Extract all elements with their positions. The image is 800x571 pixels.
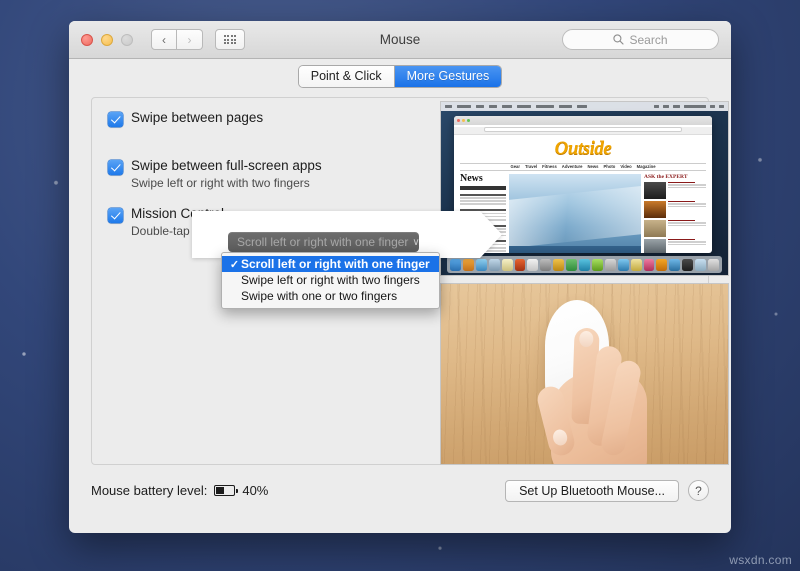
outside-logo: Outside <box>554 137 612 159</box>
grid-icon <box>223 34 237 45</box>
navigation-buttons: ‹ › <box>151 29 203 50</box>
search-input[interactable]: Search <box>562 29 719 50</box>
safari-window: Outside Gear Travel Fitness Adventure News P… <box>454 116 712 253</box>
hero-photo: Cold Fever <box>509 173 641 253</box>
setting-row-swipe-between-fullscreen-apps: Swipe between full-screen apps Swipe lef… <box>108 152 408 200</box>
setting-subtitle-swipe-between-fullscreen-apps: Swipe left or right with two fingers <box>131 176 310 190</box>
mac-dock <box>447 256 722 273</box>
chevron-down-icon: ∨ <box>412 236 420 248</box>
site-nav: Gear Travel Fitness Adventure News Photo Vide… <box>460 162 706 171</box>
battery-status: Mouse battery level: 40% <box>91 483 268 498</box>
set-up-bluetooth-mouse-button[interactable]: Set Up Bluetooth Mouse... <box>505 479 679 502</box>
gesture-settings-list: Swipe between pages Scroll left or right… <box>108 104 408 248</box>
ask-expert-heading: ASK the EXPERT <box>644 173 688 180</box>
checkbox-mission-control[interactable] <box>108 208 123 223</box>
mac-desktop-screenshot: Outside Gear Travel Fitness Adventure News P… <box>441 102 728 275</box>
help-button[interactable]: ? <box>688 480 709 501</box>
segmented-control: Point & Click More Gestures <box>298 65 502 87</box>
dropdown-menu: ✓ Scroll left or right with one finger S… <box>221 252 440 309</box>
search-placeholder: Search <box>629 32 668 47</box>
forward-button[interactable]: › <box>177 29 203 50</box>
battery-label: Mouse battery level: <box>91 483 208 498</box>
zoom-button <box>121 33 133 46</box>
setting-row-swipe-between-pages: Swipe between pages Scroll left or right… <box>108 104 408 152</box>
checkbox-swipe-between-pages[interactable] <box>108 112 123 127</box>
hand-illustration <box>529 320 649 464</box>
setting-title-swipe-between-pages: Swipe between pages <box>131 110 264 125</box>
news-heading: News <box>460 172 483 184</box>
window-controls <box>81 33 133 46</box>
tab-bar: Point & Click More Gestures <box>69 59 731 93</box>
battery-icon <box>214 485 238 496</box>
watermark: wsxdn.com <box>729 553 792 567</box>
setting-title-mission-control: Mission Control <box>131 206 225 221</box>
menu-item-scroll-one-finger[interactable]: ✓ Scroll left or right with one finger <box>222 256 439 272</box>
gesture-preview-area: Outside Gear Travel Fitness Adventure News P… <box>440 101 729 465</box>
tab-more-gestures[interactable]: More Gestures <box>393 65 502 87</box>
preferences-content: Swipe between pages Scroll left or right… <box>69 93 731 516</box>
menubar <box>441 102 728 111</box>
minimize-button[interactable] <box>101 33 113 46</box>
preview-video-browser: Outside Gear Travel Fitness Adventure News P… <box>440 101 729 276</box>
tab-point-and-click[interactable]: Point & Click <box>298 65 394 87</box>
dropdown-value: Scroll left or right with one finger <box>237 235 409 249</box>
battery-percent: 40% <box>242 483 269 498</box>
chevron-right-icon: › <box>187 32 192 47</box>
back-button[interactable]: ‹ <box>151 29 177 50</box>
checkmark-icon: ✓ <box>229 258 240 271</box>
close-button[interactable] <box>81 33 93 46</box>
chevron-left-icon: ‹ <box>162 32 166 47</box>
menu-item-swipe-one-or-two-fingers[interactable]: Swipe with one or two fingers <box>222 288 439 304</box>
swipe-between-pages-dropdown[interactable]: Scroll left or right with one finger ∨ <box>228 232 420 252</box>
window-bottom-bar: Mouse battery level: 40% Set Up Bluetoot… <box>69 465 731 516</box>
checkbox-swipe-between-fullscreen-apps[interactable] <box>108 160 123 175</box>
menu-item-swipe-two-fingers[interactable]: Swipe left or right with two fingers <box>222 272 439 288</box>
setting-title-swipe-between-fullscreen-apps: Swipe between full-screen apps <box>131 158 322 173</box>
mouse-preferences-window: ‹ › Mouse Search Point & Click More Gest… <box>69 21 731 533</box>
menu-item-label: Scroll left or right with one finger <box>241 257 430 271</box>
menu-item-label: Swipe left or right with two fingers <box>241 273 420 287</box>
menu-item-label: Swipe with one or two fingers <box>241 289 398 303</box>
show-all-button[interactable] <box>215 29 245 50</box>
preferences-panel: Swipe between pages Scroll left or right… <box>91 97 729 465</box>
window-titlebar: ‹ › Mouse Search <box>69 21 731 59</box>
preview-video-mouse-gesture <box>440 283 729 465</box>
search-icon <box>613 34 625 45</box>
